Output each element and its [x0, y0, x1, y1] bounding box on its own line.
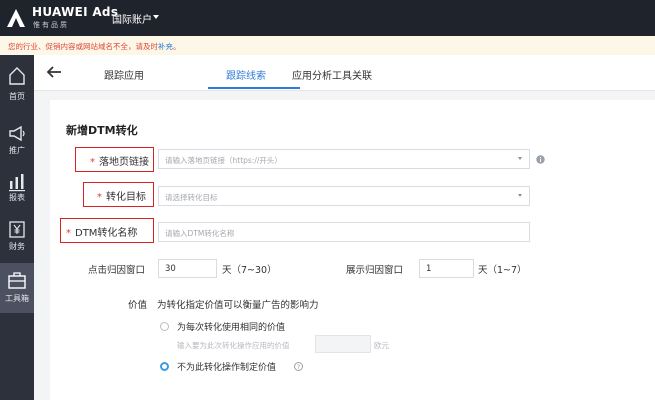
- info-icon[interactable]: [536, 155, 545, 164]
- dtm-name-label: * DTM转化名称: [66, 228, 138, 239]
- click-window-range: 天（7~30）: [222, 265, 277, 276]
- notice-banner: 您的行业、促销内容或网站域名不全，请及时补充。: [0, 36, 655, 55]
- tab-track-app[interactable]: 跟踪应用: [104, 67, 144, 82]
- conversion-goal-label: * 转化目标: [97, 192, 146, 203]
- megaphone-icon: [9, 125, 25, 142]
- brand-name: HUAWEI Ads: [32, 5, 119, 19]
- yuan-icon: [9, 221, 25, 238]
- radio-no-value[interactable]: [160, 362, 169, 371]
- view-window-label: 展示归因窗口: [346, 265, 404, 276]
- account-switcher[interactable]: 国际账户: [112, 11, 152, 26]
- view-window-range: 天（1~7）: [478, 265, 527, 276]
- radio-same-value[interactable]: [160, 322, 169, 331]
- huawei-ads-logo-icon: [7, 9, 25, 27]
- notice-suffix: 。: [173, 42, 181, 51]
- chevron-down-icon[interactable]: [153, 15, 159, 19]
- brand-tagline: 惟有品质: [33, 21, 69, 29]
- sidebar-item-toolbox[interactable]: 工具箱: [0, 263, 34, 313]
- value-amount-input: [315, 335, 371, 353]
- value-input-hint: 输入要为此次转化操作应用的价值: [177, 341, 290, 350]
- tab-track-leads[interactable]: 跟踪线索: [226, 67, 266, 82]
- view-window-input[interactable]: 1: [419, 259, 474, 278]
- click-window-label: 点击归因窗口: [88, 265, 146, 276]
- notice-text: 您的行业、促销内容或网站域名不全，请及时: [8, 42, 158, 51]
- page-title: 新增DTM转化: [66, 124, 138, 137]
- toolbox-icon: [8, 272, 26, 289]
- chevron-down-icon[interactable]: [518, 157, 522, 160]
- chart-icon: [9, 174, 25, 192]
- top-bar: HUAWEI Ads 惟有品质 国际账户: [0, 0, 655, 36]
- radio-same-value-label[interactable]: 为每次转化使用相同的价值: [177, 320, 285, 333]
- sidebar-item-finance[interactable]: 财务: [0, 213, 34, 263]
- sidebar-item-label: 首页: [9, 92, 25, 101]
- sidebar-item-label: 工具箱: [5, 294, 29, 303]
- active-tab-indicator: [208, 87, 300, 89]
- home-icon: [9, 67, 25, 85]
- tab-bar: 跟踪应用 跟踪线索 应用分析工具关联: [34, 55, 655, 91]
- sidebar: 首页 推广 报表 财务 工具箱: [0, 55, 34, 400]
- sidebar-item-label: 报表: [9, 193, 25, 202]
- radio-no-value-label[interactable]: 不为此转化操作制定价值: [177, 360, 276, 373]
- back-arrow-icon[interactable]: [46, 65, 62, 79]
- help-icon[interactable]: ?: [294, 362, 303, 371]
- dtm-name-input[interactable]: 请输入DTM转化名称: [158, 222, 530, 242]
- notice-supplement-link[interactable]: 补充: [158, 42, 173, 51]
- sidebar-item-promote[interactable]: 推广: [0, 117, 34, 167]
- tab-analytics-tool-link[interactable]: 应用分析工具关联: [292, 67, 372, 82]
- sidebar-item-home[interactable]: 首页: [0, 59, 34, 109]
- chevron-down-icon[interactable]: [518, 194, 522, 197]
- sidebar-item-reports[interactable]: 报表: [0, 165, 34, 215]
- currency-label: 欧元: [374, 341, 389, 350]
- conversion-goal-select[interactable]: 请选择转化目标: [158, 186, 530, 206]
- form-panel: 新增DTM转化 * 落地页链接 请输入落地页链接（https://开头） * 转化目…: [50, 100, 655, 400]
- value-description: 为转化指定价值可以衡量广告的影响力: [157, 300, 319, 311]
- sidebar-item-label: 推广: [9, 146, 25, 155]
- landing-url-label: * 落地页链接: [90, 157, 149, 168]
- sidebar-item-label: 财务: [9, 242, 25, 251]
- click-window-input[interactable]: 30: [158, 259, 217, 278]
- landing-url-select[interactable]: 请输入落地页链接（https://开头）: [158, 149, 530, 169]
- value-label: 价值: [128, 300, 148, 311]
